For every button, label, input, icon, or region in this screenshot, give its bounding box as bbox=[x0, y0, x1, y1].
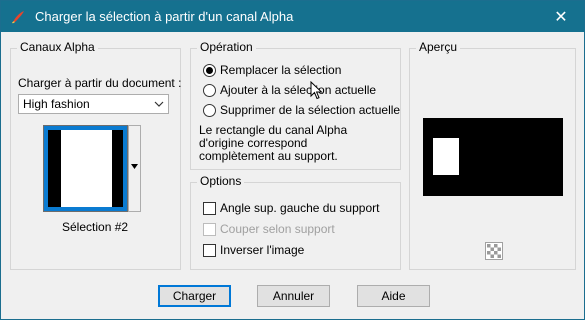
cancel-button[interactable]: Annuler bbox=[257, 285, 330, 307]
preview-legend: Aperçu bbox=[416, 40, 461, 54]
operation-description-line-2: d'origine correspond bbox=[199, 136, 308, 150]
channel-preview-image bbox=[44, 126, 127, 211]
title-bar[interactable]: Charger la sélection à partir d'un canal… bbox=[1, 1, 584, 32]
options-legend: Options bbox=[197, 174, 245, 188]
operation-description-line-3: complètement au support. bbox=[199, 149, 338, 163]
preview-selection-rect bbox=[433, 138, 459, 175]
triangle-down-icon bbox=[131, 164, 138, 169]
add-to-selection-radio[interactable] bbox=[203, 84, 216, 97]
channel-name-label: Sélection #2 bbox=[62, 220, 129, 234]
crop-to-canvas-checkbox[interactable] bbox=[203, 223, 216, 236]
dialog-window: Charger la sélection à partir d'un canal… bbox=[0, 0, 585, 320]
load-from-document-label: Charger à partir du document : bbox=[18, 76, 182, 90]
paint-brush-icon bbox=[12, 11, 24, 24]
window-title: Charger la sélection à partir d'un canal… bbox=[35, 9, 294, 24]
top-left-corner-label[interactable]: Angle sup. gauche du support bbox=[220, 201, 379, 215]
remove-from-selection-radio[interactable] bbox=[203, 104, 216, 117]
add-to-selection-label[interactable]: Ajouter à la sélection actuelle bbox=[220, 83, 376, 97]
document-dropdown[interactable]: High fashion bbox=[18, 94, 169, 114]
remove-from-selection-label[interactable]: Supprimer de la sélection actuelle bbox=[220, 103, 400, 117]
document-dropdown-value: High fashion bbox=[23, 97, 90, 111]
close-button[interactable]: ✕ bbox=[538, 1, 584, 32]
operation-description-line-1: Le rectangle du canal Alpha bbox=[199, 123, 348, 137]
thumbnail-menu-button[interactable] bbox=[128, 125, 141, 212]
invert-image-checkbox[interactable] bbox=[203, 244, 216, 257]
invert-image-label[interactable]: Inverser l'image bbox=[220, 243, 304, 257]
mouse-pointer-icon bbox=[310, 81, 323, 100]
chevron-down-icon bbox=[154, 101, 164, 107]
checker-zoom-icon[interactable] bbox=[485, 242, 503, 260]
help-button[interactable]: Aide bbox=[357, 285, 430, 307]
crop-to-canvas-label[interactable]: Couper selon support bbox=[220, 222, 335, 236]
top-left-corner-checkbox[interactable] bbox=[203, 202, 216, 215]
replace-selection-radio[interactable] bbox=[203, 64, 216, 77]
load-button[interactable]: Charger bbox=[158, 285, 231, 307]
alpha-channel-thumbnail[interactable] bbox=[43, 125, 128, 212]
alpha-channels-legend: Canaux Alpha bbox=[17, 40, 98, 54]
operation-legend: Opération bbox=[197, 40, 256, 54]
preview-canvas bbox=[423, 118, 563, 196]
close-icon: ✕ bbox=[554, 8, 568, 26]
replace-selection-label[interactable]: Remplacer la sélection bbox=[220, 63, 341, 77]
